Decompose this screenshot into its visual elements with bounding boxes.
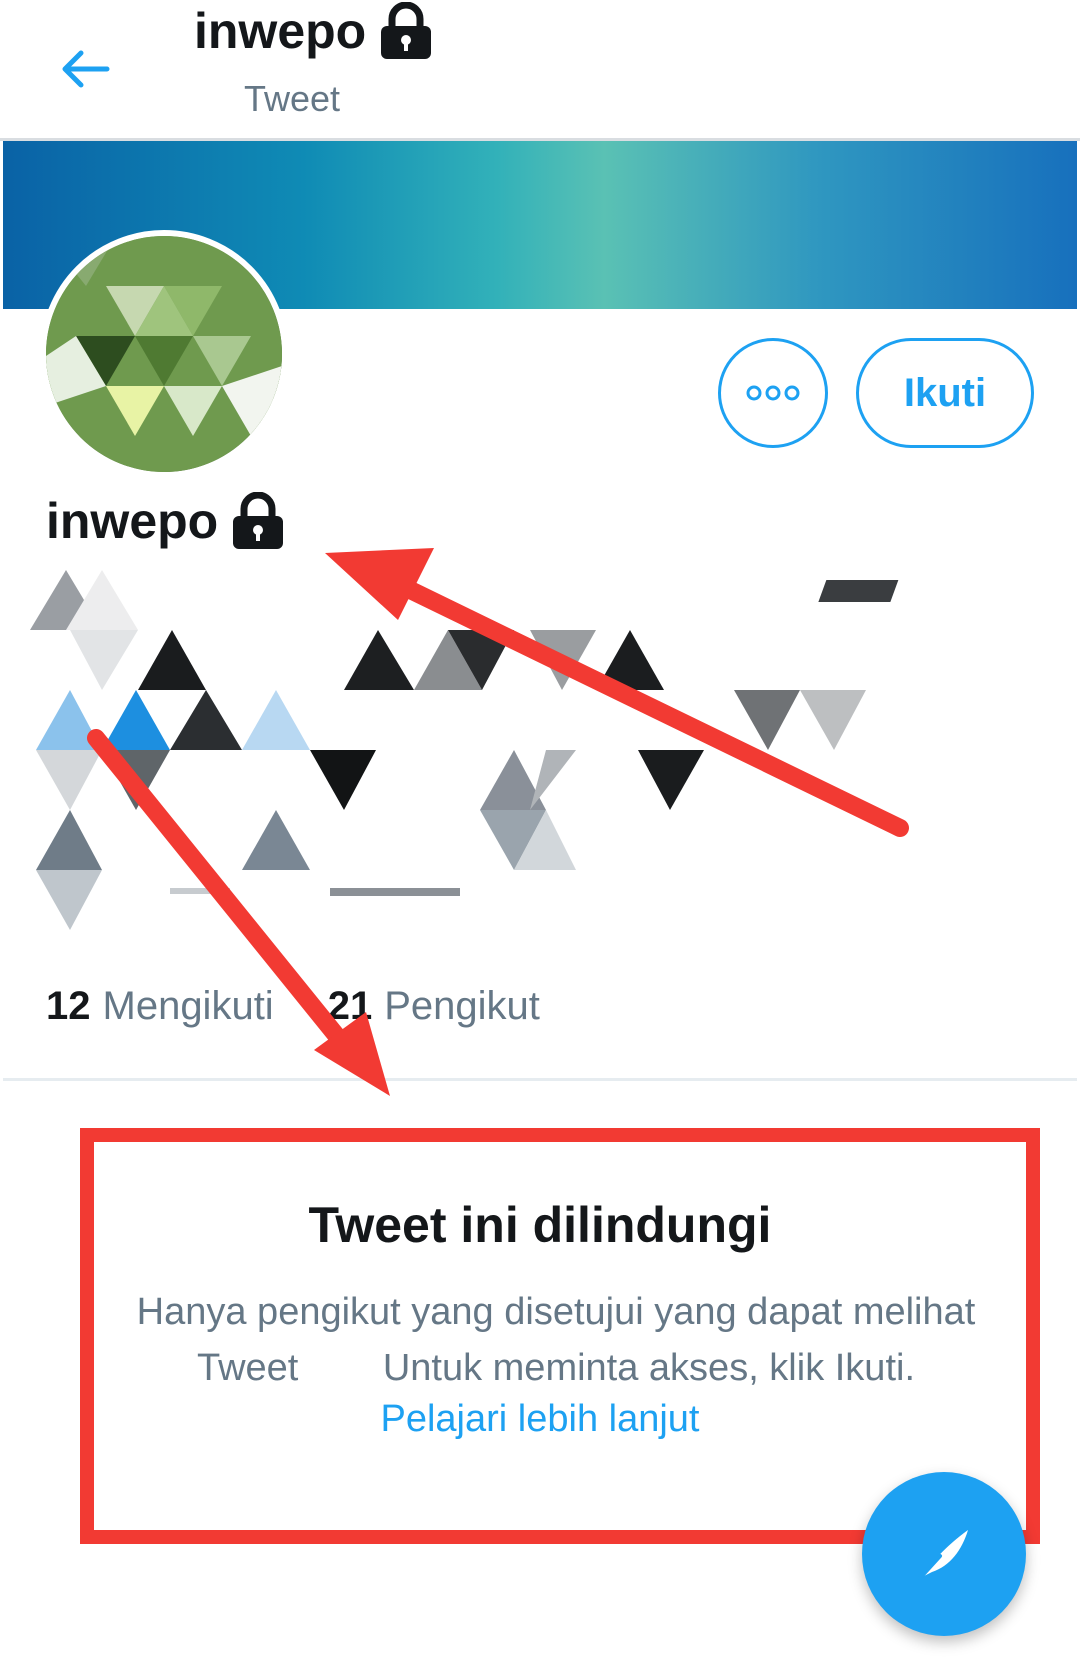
- protected-line-2: Tweet Untuk meminta akses, klik Ikuti.: [196, 1347, 915, 1389]
- back-button[interactable]: [50, 34, 120, 104]
- section-divider: [3, 1078, 1077, 1081]
- redacted-bio: [30, 570, 899, 930]
- header-title: inwepo: [194, 2, 434, 60]
- following-label: Mengikuti: [102, 984, 274, 1028]
- more-dots-icon: [746, 385, 800, 401]
- follow-button[interactable]: Ikuti: [856, 338, 1034, 448]
- profile-username: inwepo: [46, 493, 219, 549]
- compose-tweet-icon: [918, 1530, 968, 1580]
- followers-count: 21: [327, 984, 373, 1028]
- following-stat[interactable]: 12 Mengikuti: [46, 984, 274, 1029]
- profile-name: inwepo: [46, 492, 286, 550]
- follow-stats: 12 Mengikuti 21 Pengikut: [46, 984, 540, 1029]
- avatar-pattern: [46, 236, 282, 472]
- followers-stat[interactable]: 21 Pengikut: [328, 984, 540, 1029]
- arrow-left-icon: [62, 50, 110, 88]
- protected-line-1: Hanya pengikut yang disetujui yang dapat…: [136, 1291, 976, 1333]
- more-options-button[interactable]: [718, 338, 828, 448]
- header-tweet-count: Tweet: [244, 78, 341, 119]
- following-count: 12: [46, 984, 91, 1028]
- header-username: inwepo: [194, 3, 367, 59]
- avatar[interactable]: [40, 230, 288, 478]
- lock-icon: [381, 2, 432, 59]
- followers-label: Pengikut: [384, 984, 540, 1028]
- learn-more-link[interactable]: Pelajari lebih lanjut: [0, 1398, 1080, 1441]
- protected-message: Hanya pengikut yang disetujui yang dapat…: [96, 1284, 1016, 1396]
- protected-title: Tweet ini dilindungi: [308, 1197, 772, 1253]
- compose-tweet-button[interactable]: [862, 1472, 1026, 1636]
- lock-icon: [233, 492, 284, 549]
- top-bar: inwepo Tweet: [0, 0, 1080, 141]
